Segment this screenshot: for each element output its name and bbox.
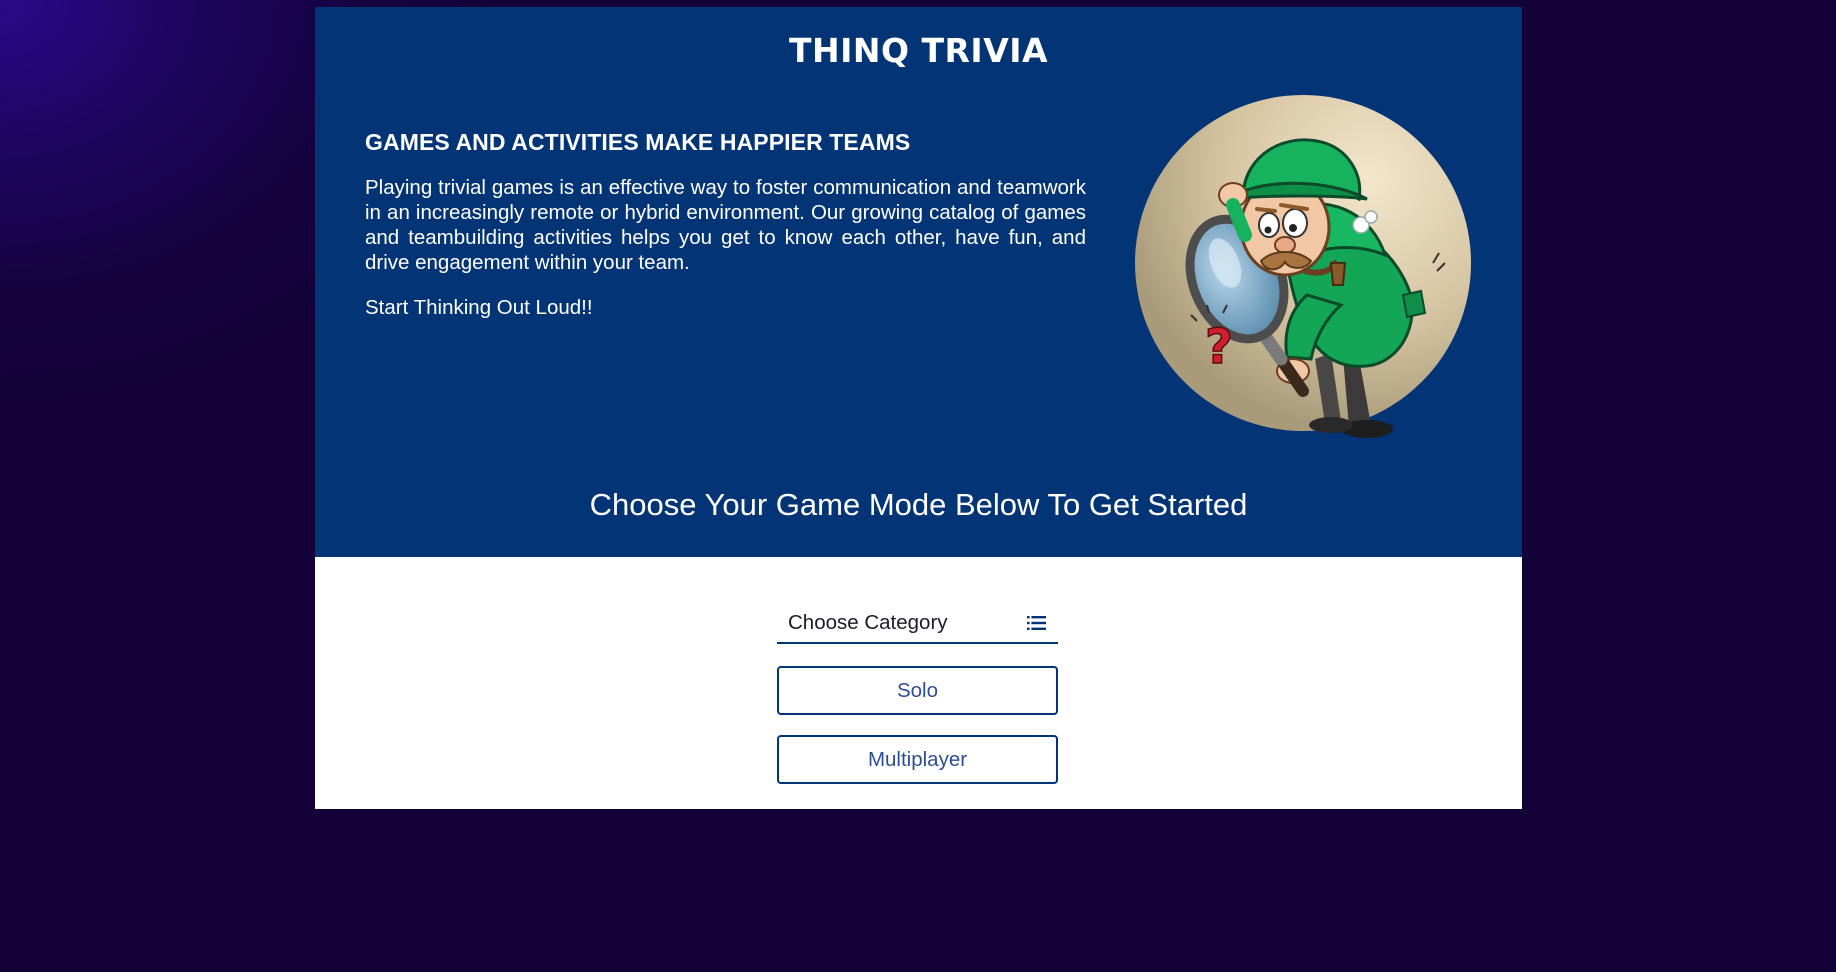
category-select-label: Choose Category xyxy=(788,611,948,634)
game-mode-prompt: Choose Your Game Mode Below To Get Start… xyxy=(589,487,1248,522)
intro-section: GAMES AND ACTIVITIES MAKE HAPPIER TEAMS … xyxy=(365,127,1086,320)
main-card: THINQ TRIVIA GAMES AND ACTIVITIES MAKE H… xyxy=(315,7,1522,809)
hero-section: THINQ TRIVIA GAMES AND ACTIVITIES MAKE H… xyxy=(315,7,1522,557)
intro-paragraph: Playing trivial games is an effective wa… xyxy=(365,176,1086,274)
list-icon xyxy=(1027,615,1046,630)
intro-heading: GAMES AND ACTIVITIES MAKE HAPPIER TEAMS xyxy=(365,129,911,155)
solo-button[interactable]: Solo xyxy=(777,666,1058,715)
multiplayer-button[interactable]: Multiplayer xyxy=(777,735,1058,784)
intro-tagline: Start Thinking Out Loud!! xyxy=(365,296,593,319)
detective-mascot-image: ? xyxy=(1135,95,1473,440)
category-select[interactable]: Choose Category xyxy=(777,607,1058,644)
site-title: THINQ TRIVIA xyxy=(788,31,1049,70)
svg-text:?: ? xyxy=(1205,319,1233,375)
game-controls: Choose Category Solo Multiplayer xyxy=(315,557,1522,809)
